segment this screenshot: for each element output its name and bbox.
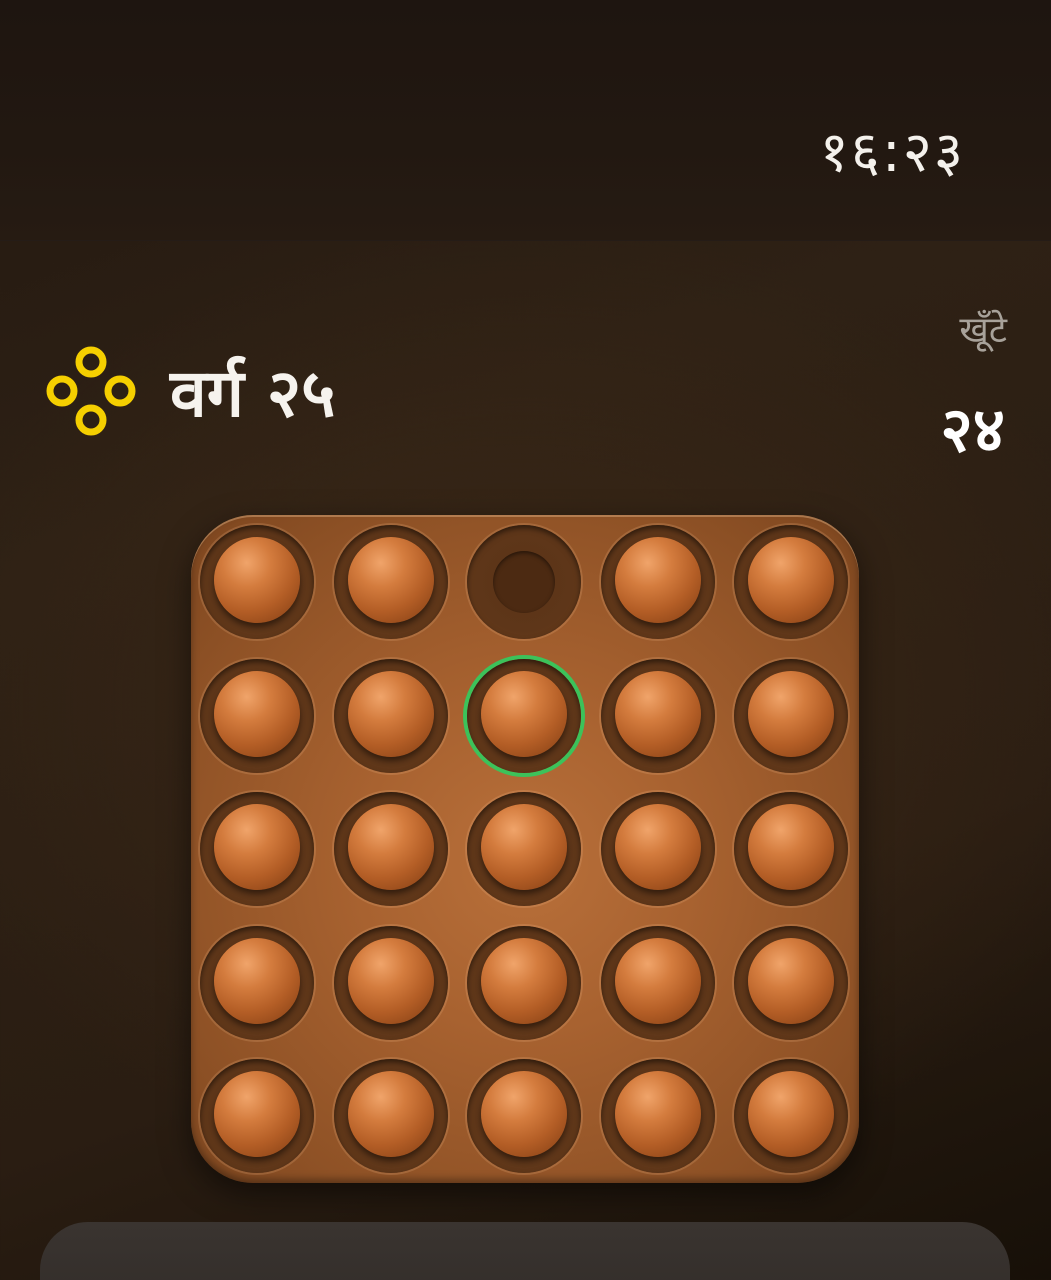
peg[interactable] — [748, 670, 834, 757]
status-bar: १६:२३ — [0, 0, 1051, 241]
peg[interactable] — [347, 537, 434, 623]
peg[interactable] — [748, 537, 834, 623]
peg[interactable] — [614, 537, 701, 623]
peg[interactable] — [347, 804, 434, 890]
peg[interactable] — [481, 937, 567, 1024]
pegs-count: २४ — [940, 393, 1005, 466]
peg[interactable] — [614, 670, 701, 757]
peg[interactable] — [748, 937, 834, 1024]
level-header: वर्ग २५ — [46, 346, 335, 436]
board-hole[interactable] — [467, 925, 581, 1040]
peg[interactable] — [214, 537, 300, 623]
peg[interactable] — [748, 1071, 834, 1157]
game-board — [191, 515, 859, 1183]
board-hole[interactable] — [600, 1059, 715, 1173]
peg[interactable] — [214, 1071, 300, 1157]
pegs-label: खूँटे — [959, 310, 1007, 351]
board-hole[interactable] — [467, 658, 581, 773]
board-hole[interactable] — [467, 1059, 581, 1173]
board-hole[interactable] — [600, 658, 715, 773]
peg[interactable] — [481, 1071, 567, 1157]
board-hole[interactable] — [734, 1059, 848, 1173]
peg[interactable] — [614, 1071, 701, 1157]
board-hole[interactable] — [467, 792, 581, 906]
board-hole[interactable] — [734, 925, 848, 1040]
board-hole[interactable] — [333, 525, 448, 639]
peg[interactable] — [214, 804, 300, 890]
board-hole[interactable] — [200, 525, 314, 639]
peg[interactable] — [214, 937, 300, 1024]
board-hole[interactable] — [333, 1059, 448, 1173]
peg[interactable] — [214, 670, 300, 757]
peg[interactable] — [347, 937, 434, 1024]
board-hole[interactable] — [333, 925, 448, 1040]
board-hole[interactable] — [734, 792, 848, 906]
board-hole[interactable] — [200, 792, 314, 906]
four-ring-icon — [46, 346, 136, 436]
status-time: १६:२३ — [819, 120, 965, 185]
board-hole[interactable] — [600, 525, 715, 639]
peg[interactable] — [614, 804, 701, 890]
peg[interactable] — [347, 1071, 434, 1157]
level-title: वर्ग २५ — [170, 355, 336, 432]
board-hole[interactable] — [600, 792, 715, 906]
peg[interactable] — [347, 670, 434, 757]
peg[interactable] — [614, 937, 701, 1024]
board-hole[interactable] — [734, 525, 848, 639]
board-hole[interactable] — [734, 658, 848, 773]
bottom-panel[interactable] — [40, 1222, 1010, 1280]
board-hole[interactable] — [200, 658, 314, 773]
board-hole[interactable] — [200, 1059, 314, 1173]
board-hole[interactable] — [200, 925, 314, 1040]
board-hole-empty[interactable] — [467, 525, 581, 639]
board-hole[interactable] — [333, 792, 448, 906]
board-hole[interactable] — [600, 925, 715, 1040]
board-hole[interactable] — [333, 658, 448, 773]
peg[interactable] — [748, 804, 834, 890]
selected-peg[interactable] — [481, 670, 567, 757]
peg[interactable] — [481, 804, 567, 890]
